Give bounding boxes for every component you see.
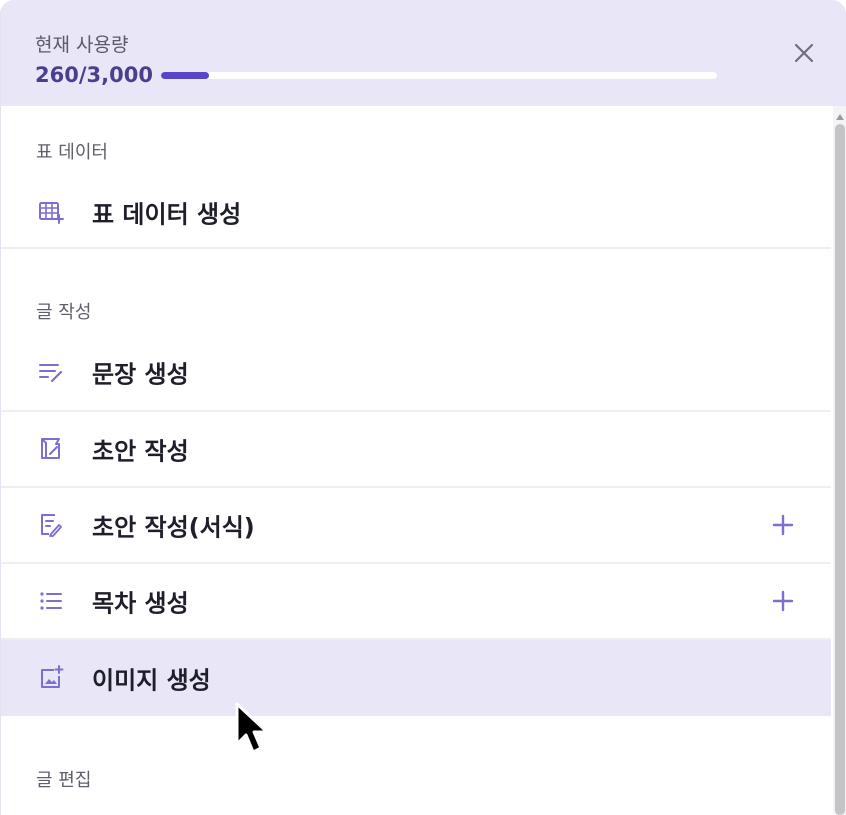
usage-value: 260/3,000 xyxy=(35,63,153,87)
menu-item-label: 초안 작성(서식) xyxy=(92,513,255,542)
menu-item-label: 표 데이터 생성 xyxy=(92,200,242,229)
menu-item-table-data-create[interactable]: 표 데이터 생성 xyxy=(1,174,831,250)
menu-item-label: 문장 생성 xyxy=(92,360,189,389)
close-icon xyxy=(794,43,814,63)
expand-plus-icon[interactable] xyxy=(769,511,797,539)
scroll-up-arrow-icon[interactable] xyxy=(836,114,844,120)
usage-progress-bar xyxy=(161,72,717,79)
usage-progress-fill xyxy=(161,72,210,79)
text-pen-icon xyxy=(39,364,63,383)
menu-item-draft-write-formatted[interactable]: 초안 작성(서식) xyxy=(1,487,831,563)
draft-icon xyxy=(41,438,60,459)
list-icon xyxy=(40,592,62,610)
image-add-icon xyxy=(41,665,64,688)
vertical-scrollbar[interactable] xyxy=(833,106,846,815)
scroll-thumb[interactable] xyxy=(835,124,845,815)
document-edit-icon xyxy=(41,514,62,537)
table-add-icon xyxy=(39,202,64,224)
usage-label: 현재 사용량 xyxy=(35,34,129,56)
section-label-table-data: 표 데이터 xyxy=(36,142,108,163)
divider xyxy=(1,247,831,249)
close-button[interactable] xyxy=(787,36,821,70)
section-label-writing: 글 작성 xyxy=(36,302,92,323)
menu-item-label: 목차 생성 xyxy=(92,589,189,618)
menu-item-sentence-create[interactable]: 문장 생성 xyxy=(1,334,831,410)
menu-item-draft-write[interactable]: 초안 작성 xyxy=(1,411,831,487)
mouse-pointer-icon xyxy=(235,702,269,754)
menu-item-label: 초안 작성 xyxy=(92,437,189,466)
ai-tools-panel: 현재 사용량 260/3,000 표 데이터 표 데이터 생성 글 작성 문장 … xyxy=(0,0,846,815)
usage-header: 현재 사용량 260/3,000 xyxy=(1,0,846,106)
tool-list: 표 데이터 표 데이터 생성 글 작성 문장 생성 초안 작성 초안 작성(서식… xyxy=(1,106,833,815)
section-label-editing: 글 편집 xyxy=(36,770,92,791)
expand-plus-icon[interactable] xyxy=(769,587,797,615)
menu-item-toc-create[interactable]: 목차 생성 xyxy=(1,563,831,639)
menu-item-label: 이미지 생성 xyxy=(92,666,211,695)
menu-item-image-create[interactable]: 이미지 생성 xyxy=(1,640,831,716)
